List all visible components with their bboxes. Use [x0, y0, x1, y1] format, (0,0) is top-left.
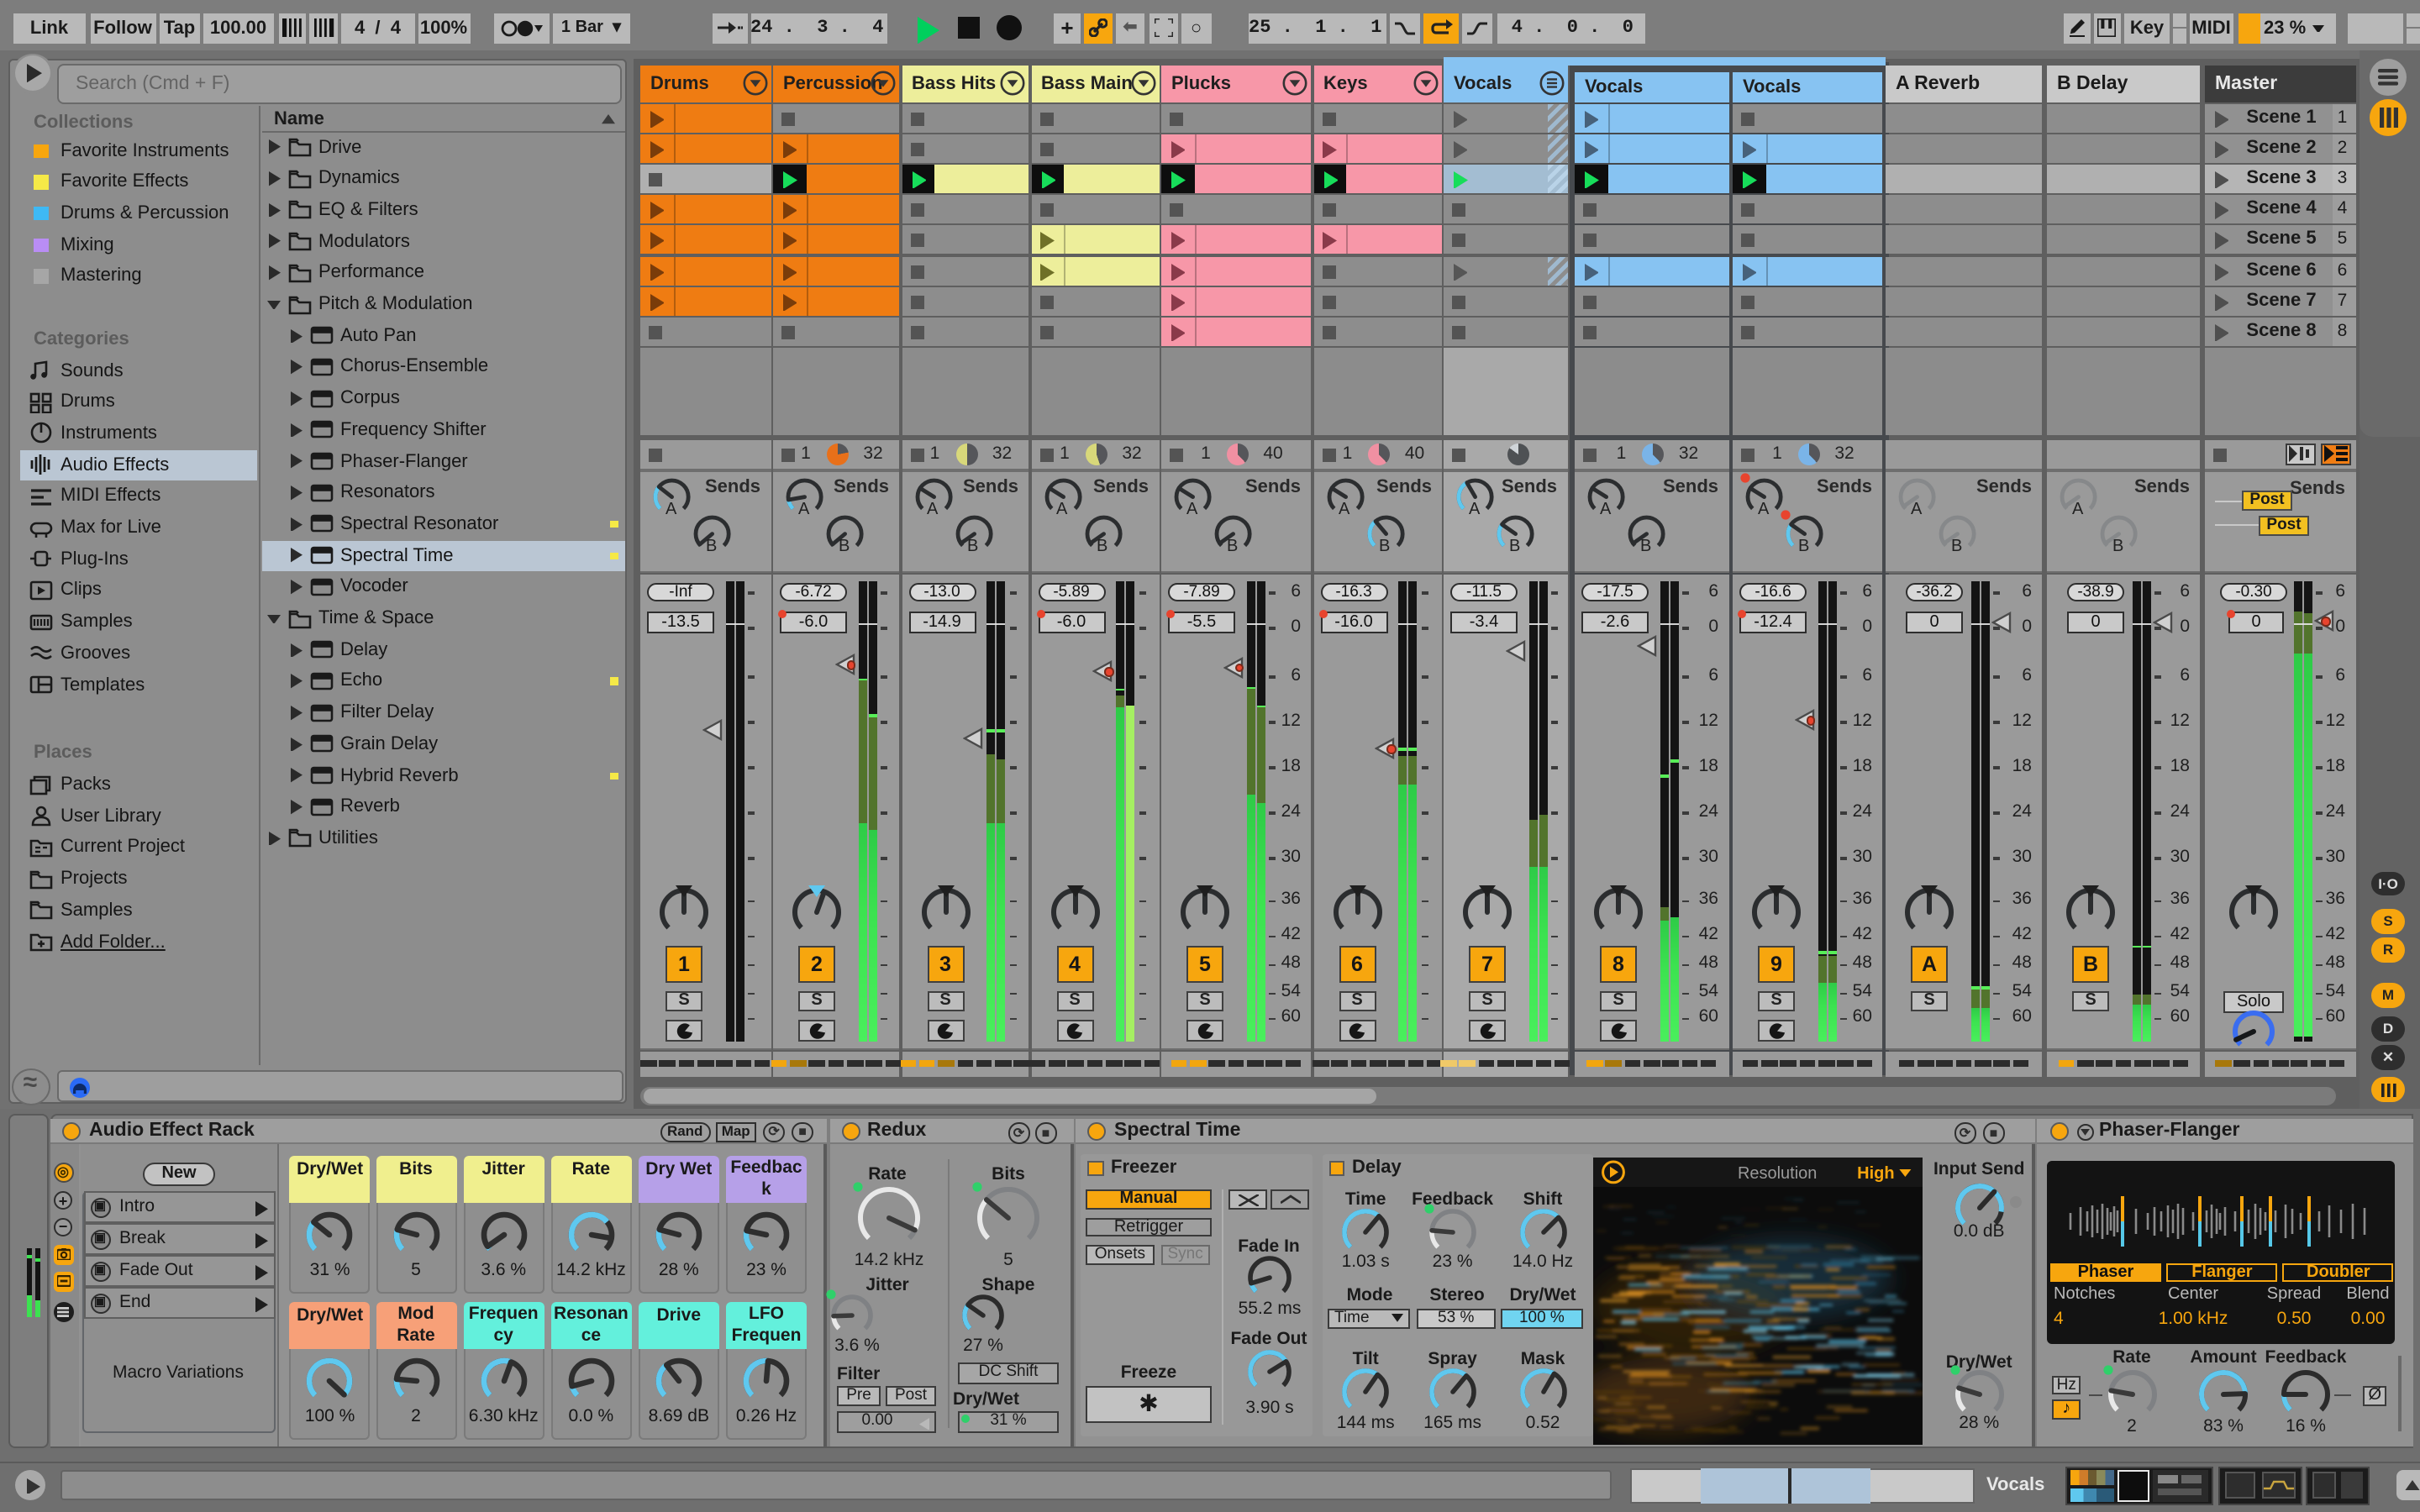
svg-text:High: High	[1858, 1164, 1895, 1183]
svg-text:Resolution: Resolution	[1739, 1164, 1818, 1183]
